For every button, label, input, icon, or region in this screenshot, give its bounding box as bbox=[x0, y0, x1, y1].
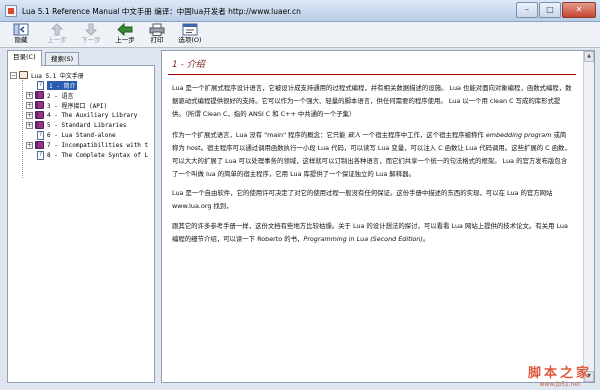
back-button[interactable]: 上一步 bbox=[108, 23, 142, 47]
title-bar[interactable]: Lua 5.1 Reference Manual 中文手册 编译：中国lua开发… bbox=[0, 0, 600, 22]
page-title: 1 - 介绍 bbox=[172, 60, 205, 70]
maximize-button[interactable]: □ bbox=[539, 2, 561, 18]
book-icon bbox=[35, 141, 44, 149]
tree-node-introduction[interactable]: 1 - 简介 bbox=[37, 80, 78, 90]
hide-button[interactable]: 隐藏 bbox=[4, 23, 38, 47]
expand-icon[interactable]: + bbox=[26, 111, 33, 119]
hide-icon bbox=[13, 23, 29, 36]
vertical-scrollbar[interactable]: ▲ ▼ bbox=[583, 51, 594, 382]
paragraph-extension: 作为一个扩展式语言，Lua 没有 "main" 程序的概念：它只能 嵌入 一个宿… bbox=[172, 131, 571, 178]
book-icon bbox=[35, 101, 44, 109]
contents-tree: − Lua 5.1 中文手册 1 - 简介 + 2 - 语言 + 3 - 程序接… bbox=[7, 65, 155, 383]
tree-node-incompatibilities[interactable]: + 7 - Incompatibilities with t bbox=[26, 140, 148, 150]
paragraph-license: Lua 是一个自由软件，它的使用许可决定了对它的使用过程一般没有任何保证。这份手… bbox=[172, 189, 553, 210]
book-icon bbox=[35, 121, 44, 129]
tree-node-complete-syntax[interactable]: 8 - The Complete Syntax of L bbox=[37, 150, 148, 160]
tree-node-language[interactable]: + 2 - 语言 bbox=[26, 90, 73, 100]
help-page-icon bbox=[37, 150, 44, 160]
tree-node-auxiliary-library[interactable]: + 4 - The Auxiliary Library bbox=[26, 110, 137, 120]
back-arrow-icon bbox=[117, 23, 133, 36]
toolbar: 隐藏 上一步 下一步 上一步 打印 选项(O) bbox=[0, 22, 600, 48]
tree-node-root[interactable]: − Lua 5.1 中文手册 bbox=[10, 70, 84, 80]
content-pane: 1 - 介绍 Lua 是一个扩展式程序设计语言，它被设计成支持通用的过程式编程，… bbox=[161, 50, 595, 383]
tab-contents[interactable]: 目录(C) bbox=[7, 50, 42, 66]
paragraph-intro: Lua 是一个扩展式程序设计语言，它被设计成支持通用的过程式编程，并有相关数据描… bbox=[172, 84, 572, 118]
scroll-up-icon[interactable]: ▲ bbox=[584, 51, 594, 62]
expand-icon[interactable]: + bbox=[26, 101, 33, 109]
window-controls: – □ ✕ bbox=[515, 2, 596, 18]
tab-search[interactable]: 搜索(S) bbox=[45, 52, 80, 66]
tree-node-standard-libraries[interactable]: + 5 - Standard Libraries bbox=[26, 120, 126, 130]
app-icon bbox=[5, 5, 17, 17]
tree-node-api[interactable]: + 3 - 程序接口 (API) bbox=[26, 100, 107, 110]
title-divider bbox=[168, 74, 576, 75]
expand-icon[interactable]: + bbox=[26, 141, 33, 149]
paragraph-references: 跟其它的许多参考手册一样，这份文档有些地方比较枯燥。关于 Lua 的设计想法的探… bbox=[172, 222, 568, 243]
options-icon bbox=[182, 23, 198, 36]
expand-icon[interactable]: + bbox=[26, 91, 33, 99]
open-book-icon bbox=[19, 71, 28, 79]
book-icon bbox=[35, 91, 44, 99]
help-page-icon bbox=[37, 80, 44, 90]
help-page-icon bbox=[37, 130, 44, 140]
window-title: Lua 5.1 Reference Manual 中文手册 编译：中国lua开发… bbox=[22, 7, 301, 16]
down-arrow-icon bbox=[84, 23, 98, 36]
book-icon bbox=[35, 111, 44, 119]
print-button[interactable]: 打印 bbox=[140, 23, 174, 47]
tree-node-stand-alone[interactable]: 6 - Lua Stand-alone bbox=[37, 130, 116, 140]
close-button[interactable]: ✕ bbox=[562, 2, 596, 18]
previous-topic-button[interactable]: 上一步 bbox=[40, 23, 74, 47]
nav-tabs: 目录(C) 搜索(S) bbox=[7, 50, 155, 66]
next-topic-button[interactable]: 下一步 bbox=[74, 23, 108, 47]
document-body: 1 - 介绍 Lua 是一个扩展式程序设计语言，它被设计成支持通用的过程式编程，… bbox=[162, 51, 584, 382]
watermark-logo: 脚本之家 www.jb51.net bbox=[527, 366, 592, 389]
minimize-button[interactable]: – bbox=[516, 2, 538, 18]
navigation-pane: 目录(C) 搜索(S) − Lua 5.1 中文手册 1 - 简介 + 2 - … bbox=[7, 50, 155, 383]
options-button[interactable]: 选项(O) bbox=[172, 23, 208, 47]
collapse-icon[interactable]: − bbox=[10, 71, 17, 79]
tree-guide-line bbox=[22, 80, 23, 178]
expand-icon[interactable]: + bbox=[26, 121, 33, 129]
print-icon bbox=[149, 23, 165, 36]
up-arrow-icon bbox=[50, 23, 64, 36]
